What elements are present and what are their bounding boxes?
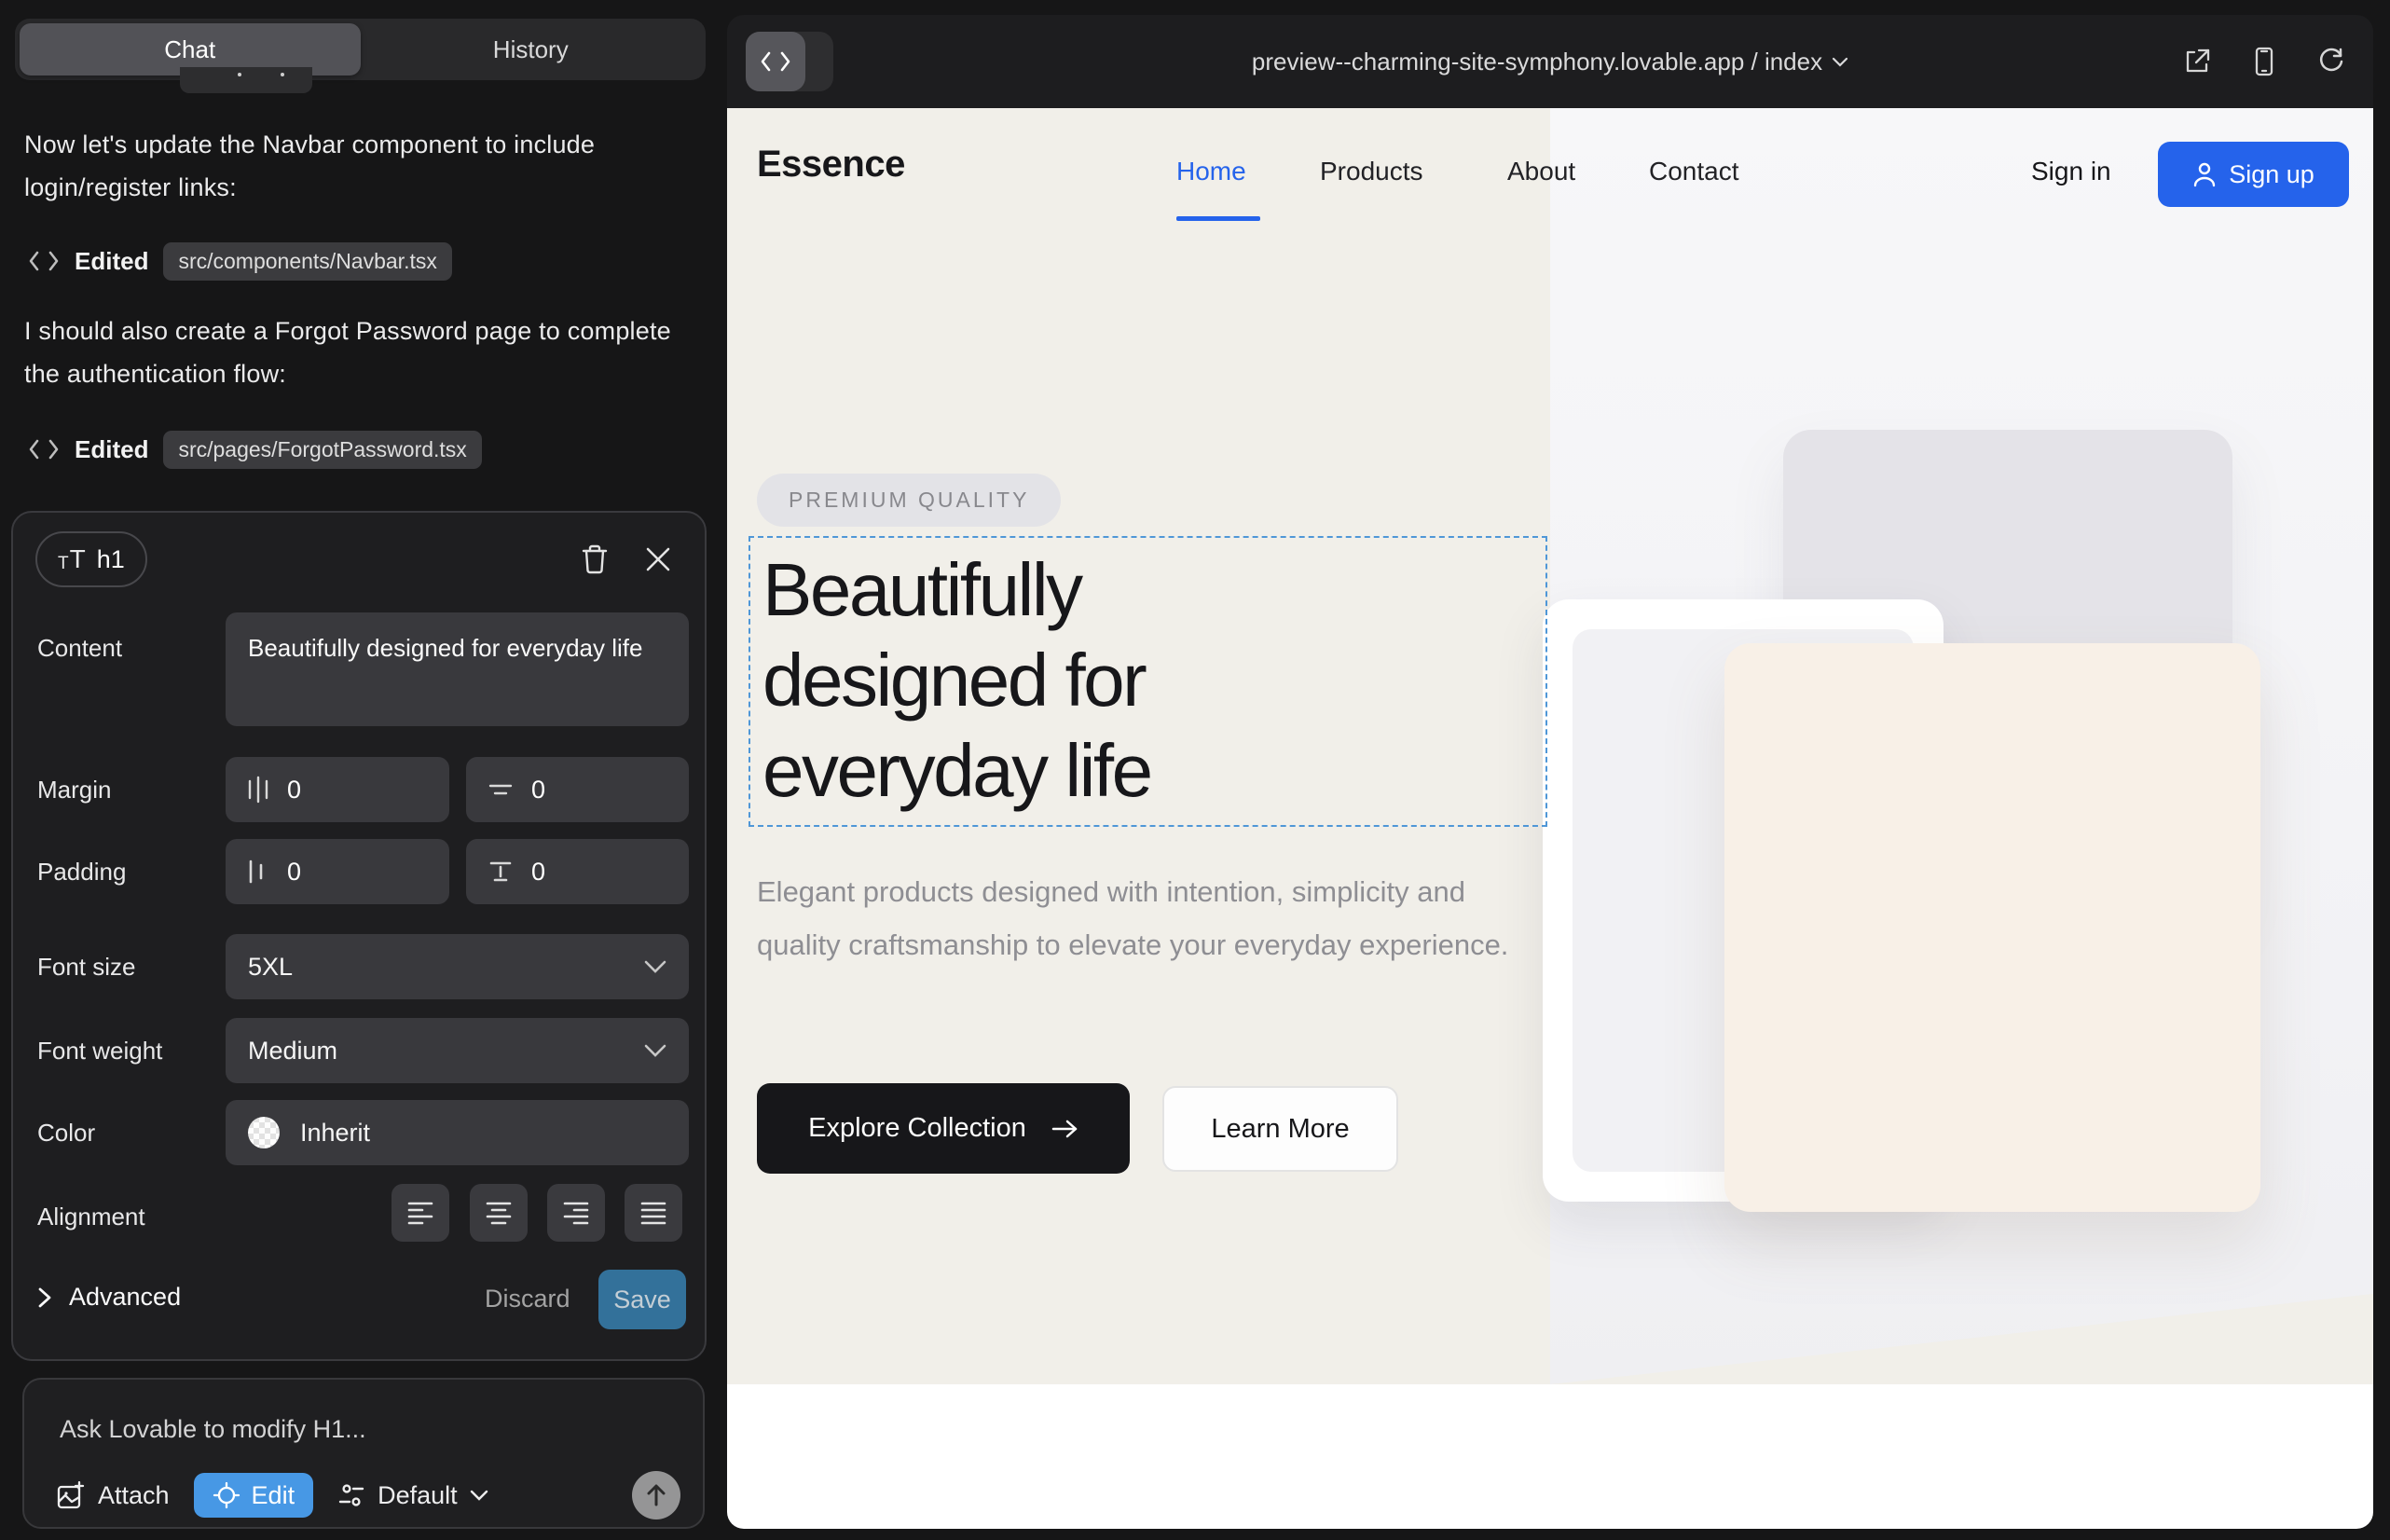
hero-description: Elegant products designed with intention…: [757, 865, 1512, 971]
font-size-select[interactable]: 5XL: [226, 934, 689, 999]
decor-card-peach: [1724, 643, 2260, 1212]
color-swatch: [248, 1117, 280, 1148]
hero-heading[interactable]: Beautifully designed for everyday life: [762, 544, 1151, 816]
align-justify-button[interactable]: [625, 1184, 682, 1242]
sliders-icon: [337, 1481, 365, 1509]
preview-toolbar: preview--charming-site-symphony.lovable.…: [727, 15, 2373, 108]
color-label: Color: [37, 1119, 95, 1148]
hero-badge: PREMIUM QUALITY: [757, 474, 1061, 527]
preview-pane: preview--charming-site-symphony.lovable.…: [727, 15, 2373, 1529]
align-left-button[interactable]: [391, 1184, 449, 1242]
edited-file-row[interactable]: Edited src/pages/ForgotPassword.tsx: [28, 429, 482, 470]
chat-composer: Ask Lovable to modify H1... Attach Edit: [22, 1378, 705, 1529]
attach-image-icon: [56, 1480, 86, 1510]
attach-button[interactable]: Attach: [56, 1480, 170, 1510]
hero-section: Essence Home Products About Contact Sign…: [727, 108, 2373, 1384]
nav-link-about[interactable]: About: [1507, 157, 1575, 186]
chat-sidebar: Chat History Now let's update the Navbar…: [0, 0, 727, 1540]
send-button[interactable]: [632, 1471, 680, 1519]
explore-collection-button[interactable]: Explore Collection: [757, 1083, 1130, 1174]
padding-label: Padding: [37, 858, 126, 887]
delete-element-button[interactable]: [574, 539, 615, 580]
close-icon[interactable]: [638, 539, 679, 580]
active-nav-underline: [1176, 216, 1260, 221]
code-icon: [28, 250, 60, 272]
model-default-select[interactable]: Default: [337, 1481, 488, 1510]
preview-url[interactable]: preview--charming-site-symphony.lovable.…: [727, 15, 2373, 108]
padding-x-input[interactable]: 0: [226, 839, 449, 904]
margin-y-input[interactable]: 0: [466, 757, 689, 822]
site-navbar: Essence Home Products About Contact Sign…: [727, 108, 2373, 239]
chevron-right-icon: [37, 1286, 52, 1309]
padding-vertical-icon: [487, 859, 515, 884]
chevron-down-icon: [644, 1044, 666, 1057]
typography-icon: TT: [58, 546, 86, 572]
margin-vertical-icon: [487, 779, 515, 800]
code-icon: [28, 438, 60, 461]
font-weight-label: Font weight: [37, 1037, 162, 1066]
composer-input[interactable]: Ask Lovable to modify H1...: [60, 1415, 366, 1444]
chat-history-tabs: Chat History: [15, 19, 706, 80]
preview-site: Essence Home Products About Contact Sign…: [727, 108, 2373, 1529]
save-button[interactable]: Save: [598, 1270, 686, 1329]
margin-label: Margin: [37, 776, 111, 804]
arrow-right-icon: [1051, 1118, 1078, 1140]
nav-link-products[interactable]: Products: [1320, 157, 1423, 186]
content-label: Content: [37, 634, 122, 663]
edited-label: Edited: [75, 247, 148, 276]
nav-link-home[interactable]: Home: [1176, 157, 1246, 186]
edit-mode-button[interactable]: Edit: [194, 1473, 314, 1518]
chevron-down-icon: [644, 960, 666, 973]
refresh-icon[interactable]: [2314, 44, 2349, 79]
discard-button[interactable]: Discard: [485, 1285, 570, 1313]
chevron-down-icon: [1832, 57, 1848, 67]
tab-history[interactable]: History: [361, 23, 702, 76]
alignment-label: Alignment: [37, 1203, 145, 1231]
tag-name: h1: [97, 545, 125, 574]
margin-x-input[interactable]: 0: [226, 757, 449, 822]
assistant-message: Now let's update the Navbar component to…: [24, 123, 690, 209]
padding-horizontal-icon: [246, 858, 270, 886]
font-size-label: Font size: [37, 953, 136, 982]
learn-more-button[interactable]: Learn More: [1162, 1086, 1398, 1172]
target-icon: [213, 1481, 240, 1509]
color-select[interactable]: Inherit: [226, 1100, 689, 1165]
margin-horizontal-icon: [246, 776, 270, 804]
open-in-new-tab-icon[interactable]: [2179, 44, 2215, 79]
edited-label: Edited: [75, 435, 148, 464]
scrolled-chip: [180, 67, 312, 93]
element-editor-panel: TT h1 Content Beautifully designed for e…: [11, 511, 707, 1361]
user-icon: [2192, 161, 2217, 187]
assistant-message: I should also create a Forgot Password p…: [24, 309, 690, 395]
edited-file-chip[interactable]: src/components/Navbar.tsx: [163, 242, 451, 281]
align-right-button[interactable]: [547, 1184, 605, 1242]
site-logo[interactable]: Essence: [757, 144, 905, 186]
selected-element-tag: TT h1: [35, 531, 147, 587]
font-weight-select[interactable]: Medium: [226, 1018, 689, 1083]
advanced-toggle[interactable]: Advanced: [37, 1283, 181, 1312]
edited-file-chip[interactable]: src/pages/ForgotPassword.tsx: [163, 431, 481, 469]
padding-y-input[interactable]: 0: [466, 839, 689, 904]
mobile-view-icon[interactable]: [2246, 44, 2282, 79]
chevron-down-icon: [470, 1490, 488, 1501]
sign-up-button[interactable]: Sign up: [2158, 142, 2349, 207]
edited-file-row[interactable]: Edited src/components/Navbar.tsx: [28, 241, 452, 282]
content-input[interactable]: Beautifully designed for everyday life: [226, 612, 689, 726]
lovable-workspace: Chat History Now let's update the Navbar…: [0, 0, 2390, 1540]
nav-link-contact[interactable]: Contact: [1649, 157, 1739, 186]
sign-in-link[interactable]: Sign in: [2031, 157, 2111, 186]
align-center-button[interactable]: [470, 1184, 528, 1242]
